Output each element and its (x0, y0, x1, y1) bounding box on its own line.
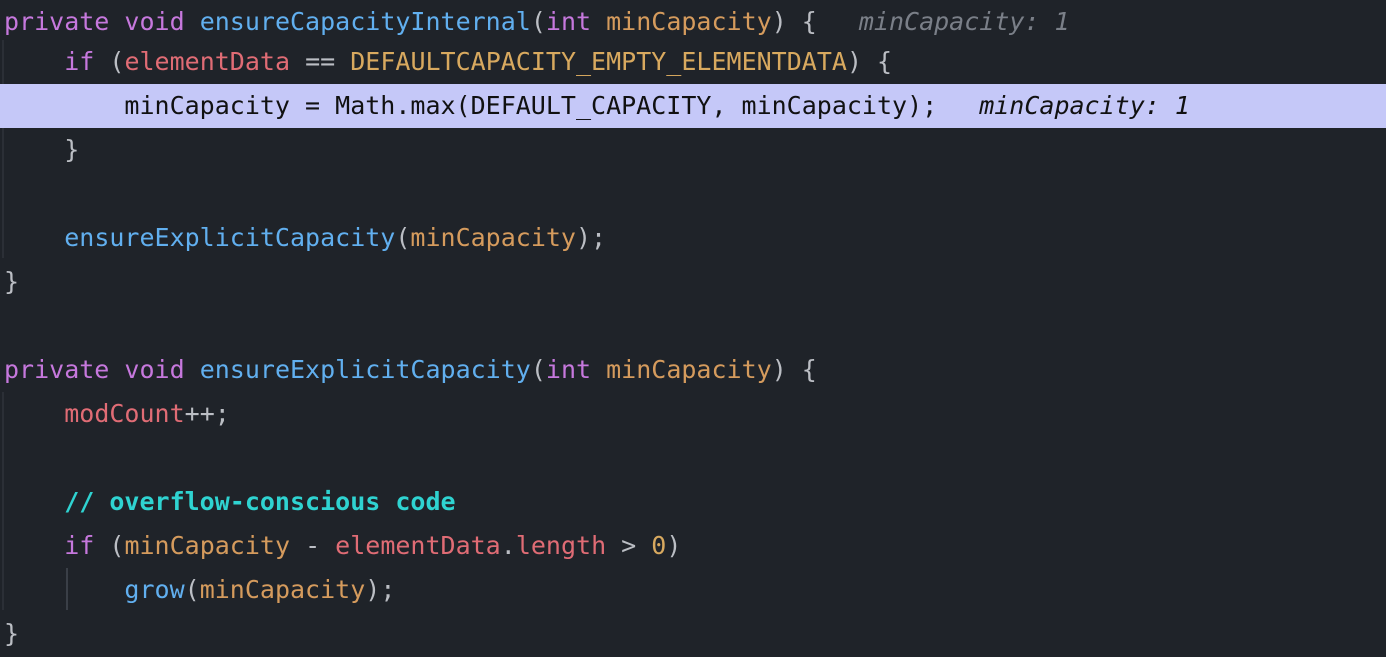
line-code: minCapacity = Math.max(DEFAULT_CAPACITY,… (4, 84, 1190, 128)
code-token: private (4, 7, 110, 36)
code-line-5[interactable] (0, 172, 1386, 216)
code-token: == (290, 47, 351, 76)
code-token: int (545, 7, 592, 36)
code-token: modCount (64, 399, 185, 428)
code-line-3-current[interactable]: minCapacity = Math.max(DEFAULT_CAPACITY,… (0, 84, 1386, 128)
code-token: minCapacity (606, 7, 772, 36)
line-code: modCount++; (4, 392, 230, 436)
code-token: } (4, 267, 20, 296)
code-token: } (64, 135, 80, 164)
code-token: ++; (184, 399, 230, 428)
code-token: minCapacity (124, 531, 291, 560)
code-token: ); (365, 575, 396, 604)
line-code: // overflow-conscious code (4, 480, 456, 524)
code-token: ( (184, 575, 200, 604)
code-line-4[interactable]: } (0, 128, 1386, 172)
code-token: minCapacity (410, 223, 576, 252)
code-token: // overflow-conscious code (64, 487, 456, 516)
code-token: ( (94, 531, 125, 560)
line-code: } (4, 260, 19, 304)
code-token: ensureExplicitCapacity (64, 223, 396, 252)
code-token: void (124, 7, 185, 36)
line-code: private void ensureCapacityInternal(int … (4, 0, 1070, 44)
inline-debug-value-hint: minCapacity: 1 (858, 7, 1070, 36)
code-token: length (515, 531, 607, 560)
code-token: grow (124, 575, 185, 604)
code-line-14[interactable]: grow(minCapacity); (0, 568, 1386, 612)
code-token: ) { (771, 7, 817, 36)
code-line-7[interactable]: } (0, 260, 1386, 304)
code-token: if (64, 47, 95, 76)
code-token: 0 (651, 531, 667, 560)
code-token: minCapacity (606, 355, 772, 384)
line-code: if (minCapacity - elementData.length > 0… (4, 524, 681, 568)
code-token: ensureExplicitCapacity (199, 355, 531, 384)
code-token: > (606, 531, 652, 560)
code-line-15[interactable]: } (0, 612, 1386, 656)
code-token: elementData (124, 47, 291, 76)
code-line-1[interactable]: private void ensureCapacityInternal(int … (0, 0, 1386, 44)
code-token: minCapacity = Math.max(DEFAULT_CAPACITY,… (124, 91, 938, 120)
code-token: minCapacity (199, 575, 366, 604)
code-token: ) (666, 531, 682, 560)
line-code: } (4, 612, 19, 656)
code-line-6[interactable]: ensureExplicitCapacity(minCapacity); (0, 216, 1386, 260)
line-code: grow(minCapacity); (4, 568, 395, 612)
code-token: ensureCapacityInternal (199, 7, 531, 36)
code-token: ( (530, 355, 546, 384)
code-token: ( (94, 47, 125, 76)
code-token: void (124, 355, 185, 384)
code-token: } (4, 619, 20, 648)
inline-debug-value-hint: minCapacity: 1 (979, 91, 1190, 120)
code-token: if (64, 531, 95, 560)
line-code: } (4, 128, 79, 172)
code-token: . (500, 531, 516, 560)
code-token: ( (530, 7, 546, 36)
line-code: ensureExplicitCapacity(minCapacity); (4, 216, 606, 260)
code-token: DEFAULTCAPACITY_EMPTY_ELEMENTDATA (350, 47, 847, 76)
code-token: - (290, 531, 336, 560)
code-line-13[interactable]: if (minCapacity - elementData.length > 0… (0, 524, 1386, 568)
code-line-8[interactable] (0, 304, 1386, 348)
code-token: ) { (771, 355, 817, 384)
code-line-11[interactable] (0, 436, 1386, 480)
code-token: int (545, 355, 592, 384)
code-line-2[interactable]: if (elementData == DEFAULTCAPACITY_EMPTY… (0, 40, 1386, 84)
code-editor[interactable]: private void ensureCapacityInternal(int … (0, 0, 1386, 657)
code-line-12[interactable]: // overflow-conscious code (0, 480, 1386, 524)
code-token: ) { (846, 47, 893, 76)
code-line-9[interactable]: private void ensureExplicitCapacity(int … (0, 348, 1386, 392)
code-line-10[interactable]: modCount++; (0, 392, 1386, 436)
line-code: private void ensureExplicitCapacity(int … (4, 348, 817, 392)
code-token: ); (576, 223, 607, 252)
code-token: elementData (335, 531, 501, 560)
line-code: if (elementData == DEFAULTCAPACITY_EMPTY… (4, 40, 892, 84)
code-token: ( (395, 223, 411, 252)
code-token: private (4, 355, 110, 384)
